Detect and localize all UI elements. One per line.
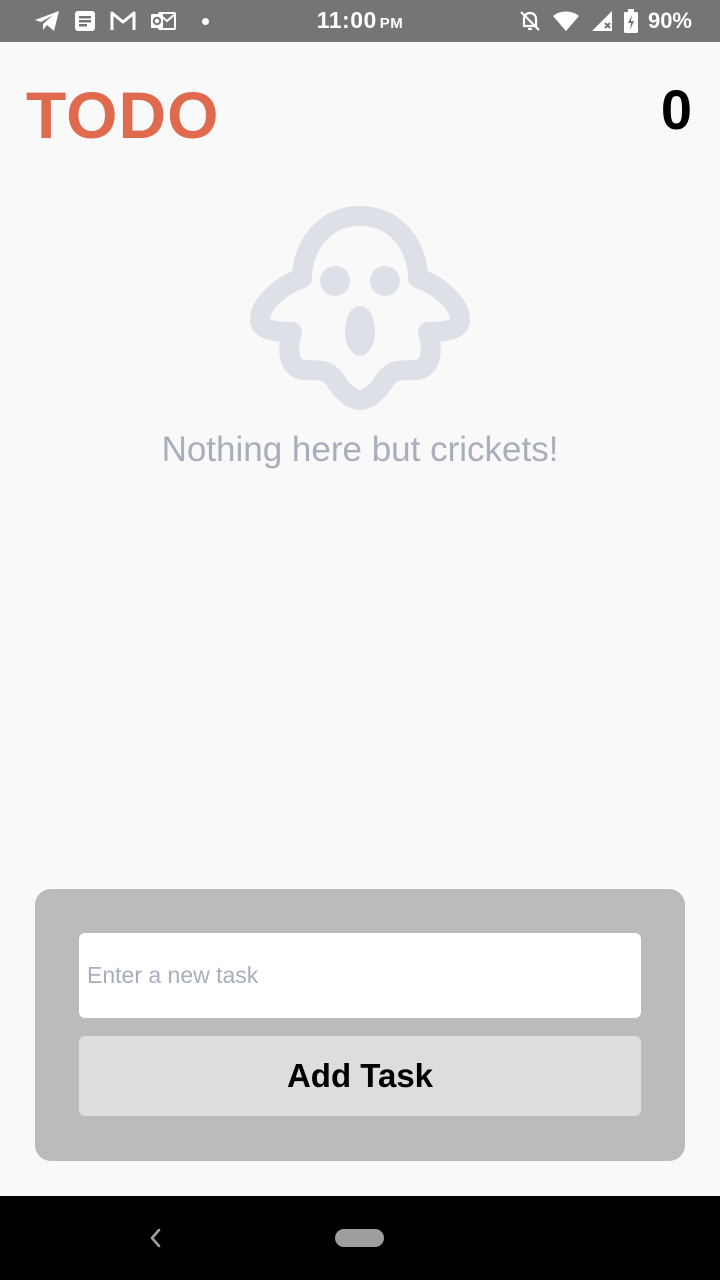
signal-icon — [590, 10, 614, 32]
ghost-icon — [250, 206, 470, 410]
clock-ampm: PM — [379, 15, 404, 32]
app-title: TODO — [26, 78, 220, 152]
new-task-input[interactable] — [79, 933, 641, 1018]
notifications-off-icon — [518, 9, 542, 33]
clock-time: 11:00 — [316, 7, 377, 33]
battery-percentage: 90% — [647, 8, 692, 33]
back-icon[interactable] — [143, 1224, 167, 1252]
wifi-icon — [552, 10, 580, 32]
empty-state-message: Nothing here but crickets! — [161, 430, 559, 469]
navigation-bar — [0, 1196, 720, 1280]
status-bar-system: 90% — [518, 8, 692, 34]
add-task-button[interactable]: Add Task — [79, 1036, 641, 1116]
battery-charging-icon — [623, 9, 638, 33]
add-task-panel: Add Task — [35, 889, 685, 1161]
status-bar: 11:00 PM 90% — [0, 0, 720, 42]
task-count: 0 — [660, 78, 692, 141]
home-pill-icon[interactable] — [335, 1229, 384, 1247]
